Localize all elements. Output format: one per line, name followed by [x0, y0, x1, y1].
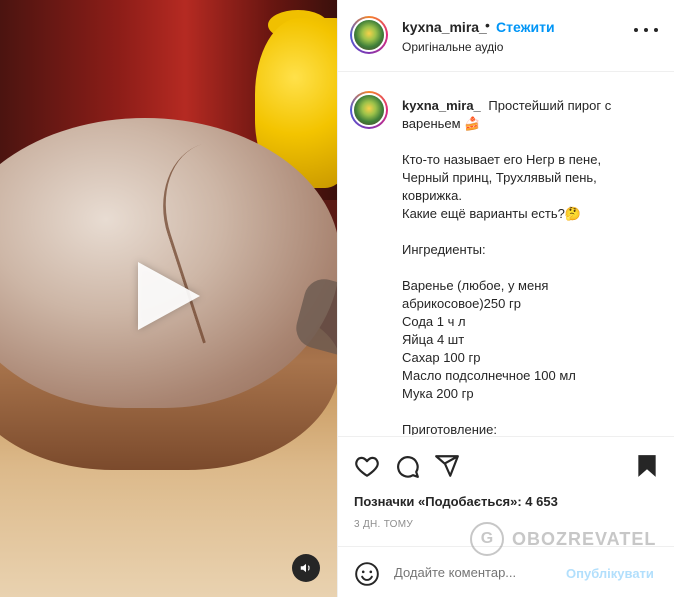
heart-icon[interactable] — [354, 453, 380, 479]
caption-gap — [402, 223, 632, 241]
follow-button[interactable]: Стежити — [496, 19, 555, 35]
caption-line: Какие ещё варианты есть?🤔 — [402, 206, 582, 221]
caption-body: Кто-то называет его Негр в пене, Черный п… — [402, 151, 632, 435]
comment-icon[interactable] — [394, 453, 420, 479]
share-icon[interactable] — [434, 453, 460, 479]
post-header: kyxna_mira_ • Стежити Оригінальне аудіо — [338, 0, 674, 72]
post-panel: kyxna_mira_ • Стежити Оригінальне аудіо … — [337, 0, 674, 597]
actions-bar: Позначки «Подобається»: 4 653 3 ДН. ТОМУ — [338, 436, 674, 536]
caption-head: kyxna_mira_ Простейший пирог с вареньем … — [402, 97, 622, 133]
caption-line: Варенье (любое, у меня — [402, 278, 549, 293]
caption-username[interactable]: kyxna_mira_ — [402, 98, 481, 113]
watermark: G OBOZREVATEL — [470, 522, 656, 556]
publish-button[interactable]: Опублікувати — [566, 566, 654, 581]
emoji-icon[interactable] — [354, 561, 380, 587]
bookmark-icon[interactable] — [634, 453, 660, 479]
caption-line: абрикосовое)250 гр — [402, 296, 521, 311]
likes-count[interactable]: Позначки «Подобається»: 4 653 — [354, 494, 558, 509]
caption-gap — [402, 403, 632, 421]
caption-line: Масло подсолнечное 100 мл — [402, 368, 576, 383]
caption-gap — [402, 259, 632, 277]
sound-toggle-button[interactable] — [292, 554, 320, 582]
caption-line: Ингредиенты: — [402, 242, 486, 257]
avatar[interactable] — [350, 16, 388, 54]
speaker-icon — [300, 563, 310, 573]
post-username[interactable]: kyxna_mira_ — [402, 19, 487, 35]
caption-line: коврижка. — [402, 188, 462, 203]
comment-input[interactable] — [394, 565, 554, 580]
post-video[interactable] — [0, 0, 337, 597]
caption-line: Мука 200 гр — [402, 386, 474, 401]
more-options-icon[interactable] — [634, 28, 658, 36]
caption-line: Сода 1 ч л — [402, 314, 466, 329]
caption-line: Приготовление: — [402, 422, 497, 435]
play-icon[interactable] — [138, 262, 200, 330]
caption-line: Сахар 100 гр — [402, 350, 481, 365]
caption-line: Яйца 4 шт — [402, 332, 465, 347]
separator-dot: • — [485, 17, 490, 33]
caption-avatar[interactable] — [350, 91, 388, 129]
caption-area: kyxna_mira_ Простейший пирог с вареньем … — [338, 73, 674, 435]
audio-label[interactable]: Оригінальне аудіо — [402, 40, 503, 54]
post-time[interactable]: 3 ДН. ТОМУ — [354, 519, 413, 530]
watermark-text: OBOZREVATEL — [512, 528, 657, 549]
watermark-logo-icon: G — [470, 522, 504, 556]
caption-line: Черный принц, Трухлявый пень, — [402, 170, 597, 185]
caption-line: Кто-то называет его Негр в пене, — [402, 152, 602, 167]
